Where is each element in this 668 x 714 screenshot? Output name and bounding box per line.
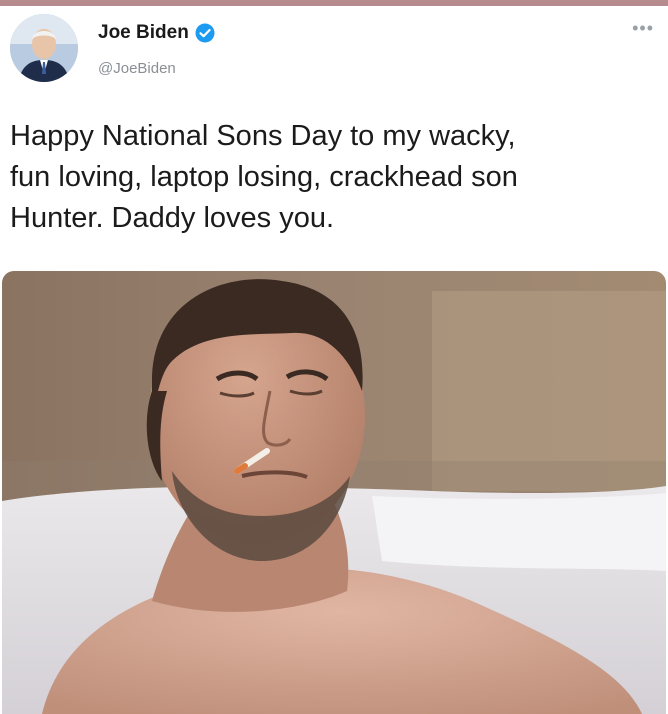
avatar-photo bbox=[10, 14, 78, 82]
author-name-row: Joe Biden bbox=[98, 22, 215, 44]
display-name[interactable]: Joe Biden bbox=[98, 22, 189, 44]
user-handle[interactable]: @JoeBiden bbox=[98, 60, 176, 77]
tweet-media-photo[interactable] bbox=[2, 271, 666, 714]
avatar[interactable] bbox=[10, 14, 78, 82]
tweet-card: Joe Biden @JoeBiden ••• Happy National S… bbox=[0, 0, 668, 714]
top-border-strip bbox=[0, 0, 668, 6]
verified-badge-icon bbox=[195, 23, 215, 43]
attached-photo bbox=[2, 271, 666, 714]
tweet-text: Happy National Sons Day to my wacky, fun… bbox=[10, 120, 518, 234]
more-horizontal-icon[interactable]: ••• bbox=[632, 18, 654, 39]
